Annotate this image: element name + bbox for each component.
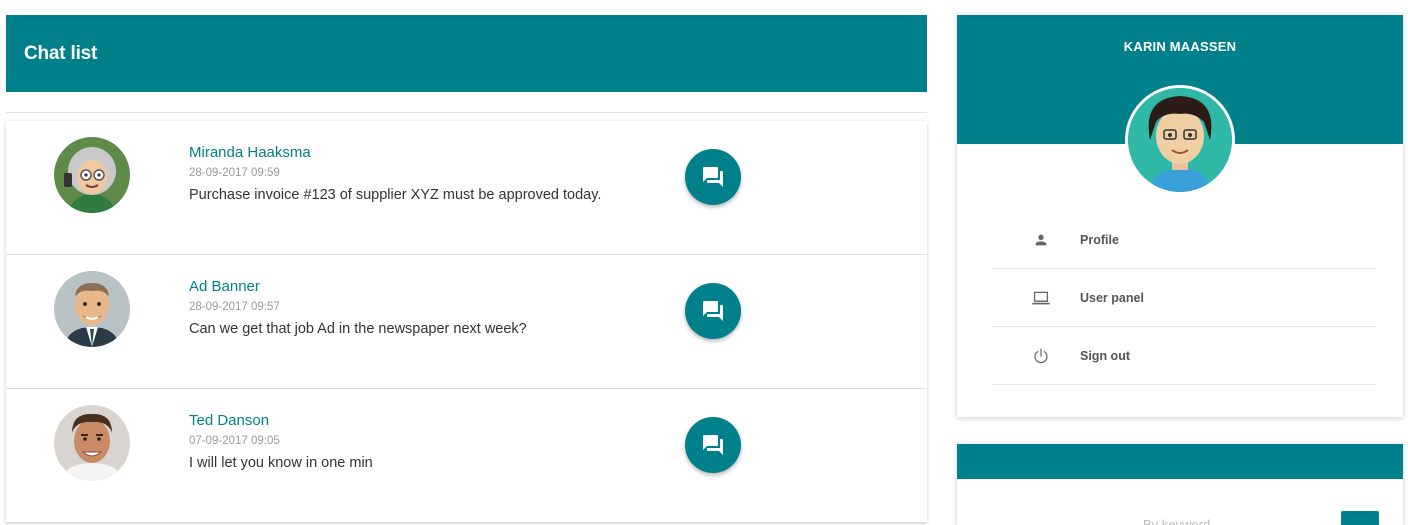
secondary-card (957, 444, 1403, 525)
laptop-icon (992, 290, 1080, 306)
chat-bubble-icon (703, 435, 723, 455)
chat-date: 07-09-2017 09:05 (189, 435, 280, 447)
chat-sender-name[interactable]: Ad Banner (189, 277, 669, 297)
profile-menu: Profile User panel Sign out (992, 211, 1376, 385)
profile-avatar[interactable] (1125, 85, 1235, 195)
menu-label: Profile (1080, 232, 1119, 247)
chat-date: 28-09-2017 09:57 (189, 301, 280, 313)
menu-label: Sign out (1080, 348, 1130, 363)
chat-panel: Chat list Miranda Haaksma 28-09-2017 09:… (6, 15, 927, 525)
chat-text: Ted Danson 07-09-2017 09:05 I will let y… (189, 411, 669, 472)
chat-list-item[interactable]: Ad Banner 28-09-2017 09:57 Can we get th… (6, 255, 927, 389)
keyword-hint: Bv keyword (1143, 517, 1211, 525)
chat-text: Ad Banner 28-09-2017 09:57 Can we get th… (189, 277, 669, 338)
chat-bubble-icon (703, 301, 723, 321)
chat-message: I will let you know in one min (189, 455, 373, 471)
divider (6, 112, 927, 113)
menu-label: User panel (1080, 290, 1144, 305)
open-chat-button[interactable] (685, 417, 741, 473)
secondary-card-header (957, 444, 1403, 479)
chat-list-item[interactable]: Miranda Haaksma 28-09-2017 09:59 Purchas… (6, 121, 927, 255)
power-icon (992, 347, 1080, 365)
avatar-miranda (54, 137, 130, 213)
menu-item-profile[interactable]: Profile (992, 211, 1376, 269)
chat-list-header: Chat list (6, 15, 927, 92)
search-button[interactable] (1341, 511, 1379, 525)
chat-list-item[interactable]: Ted Danson 07-09-2017 09:05 I will let y… (6, 389, 927, 523)
page: Chat list Miranda Haaksma 28-09-2017 09:… (0, 0, 1408, 525)
chat-message: Can we get that job Ad in the newspaper … (189, 321, 527, 337)
chat-sender-name[interactable]: Ted Danson (189, 411, 669, 431)
chat-text: Miranda Haaksma 28-09-2017 09:59 Purchas… (189, 143, 669, 204)
open-chat-button[interactable] (685, 149, 741, 205)
chat-message: Purchase invoice #123 of supplier XYZ mu… (189, 187, 602, 203)
menu-item-sign-out[interactable]: Sign out (992, 327, 1376, 385)
chat-bubble-icon (703, 167, 723, 187)
chat-date: 28-09-2017 09:59 (189, 167, 280, 179)
menu-item-user-panel[interactable]: User panel (992, 269, 1376, 327)
profile-name: KARIN MAASSEN (1123, 39, 1237, 54)
chat-sender-name[interactable]: Miranda Haaksma (189, 143, 669, 163)
open-chat-button[interactable] (685, 283, 741, 339)
chat-list: Miranda Haaksma 28-09-2017 09:59 Purchas… (6, 121, 927, 523)
avatar-ad (54, 271, 130, 347)
avatar-ted (54, 405, 130, 481)
chat-list-title: Chat list (24, 42, 98, 64)
person-icon (992, 232, 1080, 248)
profile-card: KARIN MAASSEN Profile User panel Sign ou… (957, 15, 1403, 417)
